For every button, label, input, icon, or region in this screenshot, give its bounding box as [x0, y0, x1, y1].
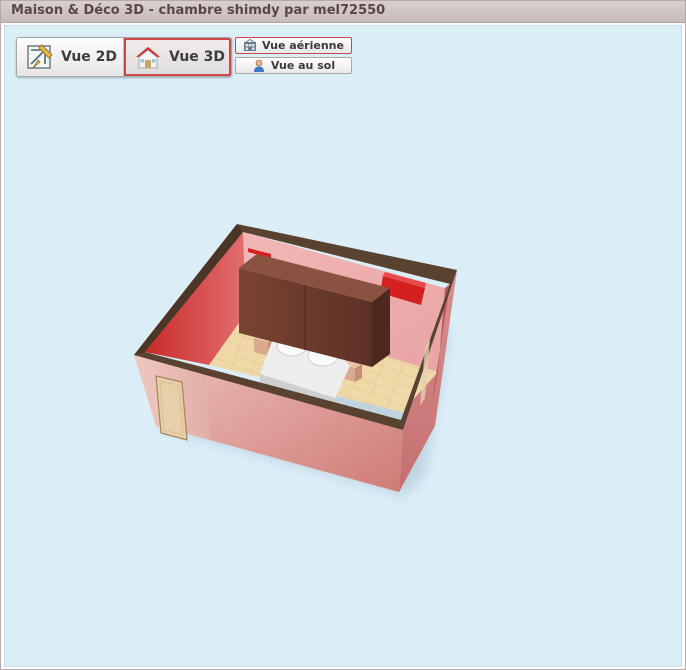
3d-viewport[interactable]: Vue 2D Vue 3D Vue aérienne Vue au sol — [4, 25, 682, 667]
door[interactable] — [155, 375, 188, 441]
room-3d-render[interactable] — [5, 26, 682, 667]
title-bar: Maison & Déco 3D - chambre shimdy par me… — [1, 1, 685, 23]
window-title: Maison & Déco 3D - chambre shimdy par me… — [11, 3, 386, 18]
app-window: Maison & Déco 3D - chambre shimdy par me… — [0, 0, 686, 670]
